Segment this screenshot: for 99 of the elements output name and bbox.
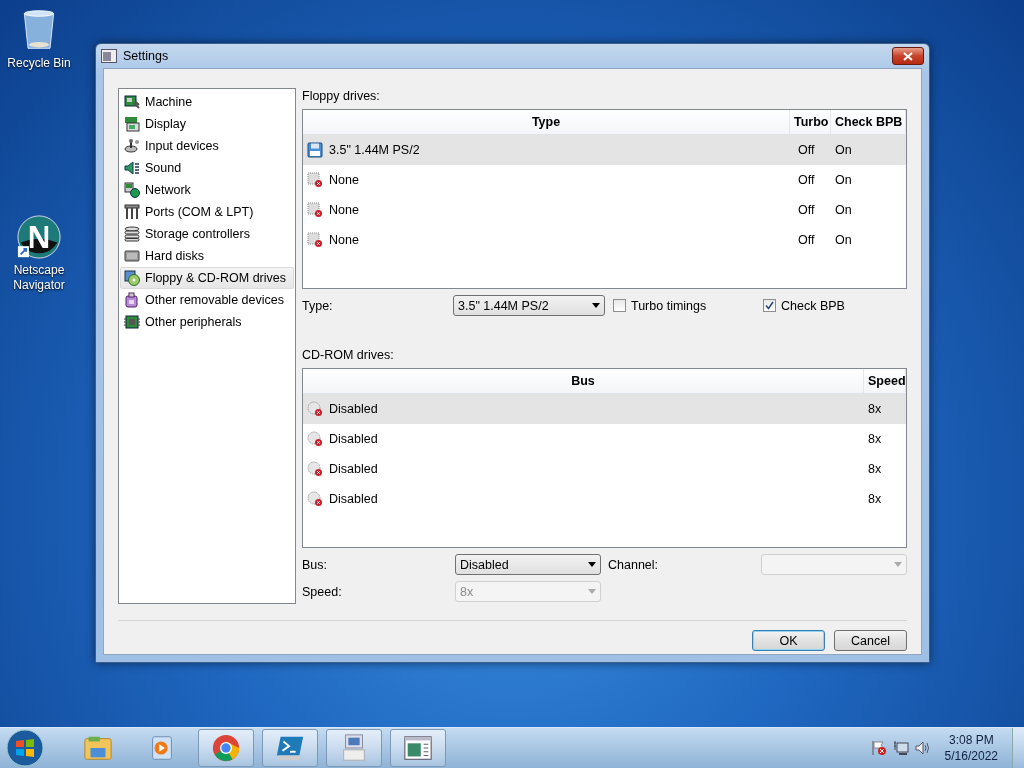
table-row[interactable]: 3.5" 1.44M PS/2 Off On bbox=[303, 135, 906, 165]
sidebar-item[interactable]: Machine bbox=[120, 91, 294, 113]
table-cell-text: 8x bbox=[867, 402, 883, 416]
table-cell-text: 8x bbox=[867, 432, 883, 446]
field-label: Bus: bbox=[302, 557, 328, 572]
window-icon[interactable] bbox=[403, 733, 433, 763]
turbo-checkbox[interactable]: Turbo timings bbox=[613, 298, 707, 313]
table-cell: None bbox=[303, 232, 794, 248]
column-header[interactable]: Type bbox=[303, 110, 790, 134]
sidebar-item[interactable]: Floppy & CD-ROM drives bbox=[120, 267, 294, 289]
table-cell: None bbox=[303, 202, 794, 218]
start-button[interactable] bbox=[6, 729, 44, 767]
speaker-icon bbox=[124, 160, 140, 176]
table-row[interactable]: Disabled 8x bbox=[303, 394, 906, 424]
table-cell-text: 8x bbox=[867, 492, 883, 506]
monitor-icon bbox=[124, 116, 140, 132]
column-header[interactable]: Bus bbox=[303, 369, 864, 393]
chip-icon bbox=[124, 314, 140, 330]
table-row[interactable]: None Off On bbox=[303, 225, 906, 255]
table-row[interactable]: Disabled 8x bbox=[303, 424, 906, 454]
type-dropdown[interactable]: 3.5" 1.44M PS/2 bbox=[453, 295, 605, 316]
field-label: Channel: bbox=[608, 557, 660, 572]
section-label: Floppy drives: bbox=[302, 88, 381, 104]
table-cell: None bbox=[303, 172, 794, 188]
joystick-icon bbox=[124, 138, 140, 154]
close-button[interactable] bbox=[892, 47, 924, 65]
sidebar-item[interactable]: Input devices bbox=[120, 135, 294, 157]
table-row[interactable]: None Off On bbox=[303, 165, 906, 195]
table-cell-text: On bbox=[834, 233, 853, 247]
table-cell-text: Off bbox=[797, 233, 816, 247]
section-label: CD-ROM drives: bbox=[302, 347, 395, 363]
table-cell-text: Off bbox=[797, 143, 816, 157]
table-cell-text: Off bbox=[797, 173, 816, 187]
disk-stack-icon bbox=[124, 226, 140, 242]
table-cell-text: On bbox=[834, 143, 853, 157]
caret-icon bbox=[894, 562, 902, 567]
disc-drive-icon bbox=[124, 270, 140, 286]
field-label: Type: bbox=[302, 298, 334, 313]
browser-icon[interactable] bbox=[211, 733, 241, 763]
clock-time: 3:08 PM bbox=[948, 732, 994, 748]
show-desktop-button[interactable] bbox=[1012, 728, 1024, 768]
sidebar-item[interactable]: Ports (COM & LPT) bbox=[120, 201, 294, 223]
close-icon bbox=[903, 51, 913, 61]
table-row[interactable]: Disabled 8x bbox=[303, 454, 906, 484]
sidebar-item[interactable]: Other peripherals bbox=[120, 311, 294, 333]
flag-icon[interactable] bbox=[870, 740, 887, 756]
empty-disc-icon bbox=[307, 461, 323, 477]
desktop-icon-label[interactable]: Netscape Navigator bbox=[1, 263, 77, 293]
check-bpb-checkbox[interactable]: Check BPB bbox=[763, 298, 845, 313]
cancel-button[interactable]: Cancel bbox=[834, 630, 907, 651]
clock[interactable]: 3:08 PM 5/16/2022 bbox=[944, 732, 998, 764]
taskbar-button[interactable] bbox=[326, 729, 382, 767]
table-cell: Disabled bbox=[303, 431, 864, 447]
caret-icon bbox=[592, 303, 600, 308]
desktop-icon-label[interactable]: Recycle Bin bbox=[7, 56, 71, 71]
ok-button[interactable]: OK bbox=[752, 630, 825, 651]
sidebar-item[interactable]: Network bbox=[120, 179, 294, 201]
table-cell-text: On bbox=[834, 173, 853, 187]
sidebar-item[interactable]: Display bbox=[120, 113, 294, 135]
table-cell: Disabled bbox=[303, 461, 864, 477]
sidebar-item[interactable]: Storage controllers bbox=[120, 223, 294, 245]
volume-icon[interactable] bbox=[914, 740, 931, 756]
empty-drive-icon bbox=[307, 202, 323, 218]
empty-disc-icon bbox=[307, 491, 323, 507]
window-icon bbox=[101, 49, 117, 63]
sidebar-item[interactable]: Other removable devices bbox=[120, 289, 294, 311]
checkmark-icon bbox=[765, 301, 774, 310]
empty-drive-icon bbox=[307, 232, 323, 248]
empty-disc-icon bbox=[307, 401, 323, 417]
table-row[interactable]: Disabled 8x bbox=[303, 484, 906, 514]
field-label: Speed: bbox=[302, 584, 343, 599]
taskbar-button[interactable] bbox=[390, 729, 446, 767]
empty-drive-icon bbox=[307, 172, 323, 188]
caret-icon bbox=[588, 589, 596, 594]
clock-date: 5/16/2022 bbox=[944, 748, 998, 764]
usb-device-icon bbox=[124, 292, 140, 308]
sidebar-item[interactable]: Sound bbox=[120, 157, 294, 179]
table-cell: Disabled bbox=[303, 401, 864, 417]
sidebar-item[interactable]: Hard disks bbox=[120, 245, 294, 267]
table-cell: Disabled bbox=[303, 491, 864, 507]
window-title: Settings bbox=[123, 49, 169, 63]
empty-disc-icon bbox=[307, 431, 323, 447]
table-cell-text: On bbox=[834, 203, 853, 217]
connector-icon bbox=[124, 204, 140, 220]
column-header[interactable]: Turbo bbox=[790, 110, 831, 134]
table-row[interactable]: None Off On bbox=[303, 195, 906, 225]
taskbar-button[interactable] bbox=[198, 729, 254, 767]
taskbar-button[interactable] bbox=[262, 729, 318, 767]
table-cell-text: 8x bbox=[867, 462, 883, 476]
column-header[interactable]: Speed bbox=[864, 369, 906, 393]
circuit-board-icon bbox=[124, 94, 140, 110]
table-cell-text: Off bbox=[797, 203, 816, 217]
caret-icon bbox=[588, 562, 596, 567]
network-icon bbox=[124, 182, 140, 198]
table-cell: 3.5" 1.44M PS/2 bbox=[303, 142, 794, 158]
column-header[interactable]: Check BPB bbox=[831, 110, 906, 134]
network-icon[interactable] bbox=[892, 740, 909, 756]
bus-dropdown[interactable]: Disabled bbox=[455, 554, 601, 575]
netscape-icon[interactable] bbox=[17, 215, 61, 259]
